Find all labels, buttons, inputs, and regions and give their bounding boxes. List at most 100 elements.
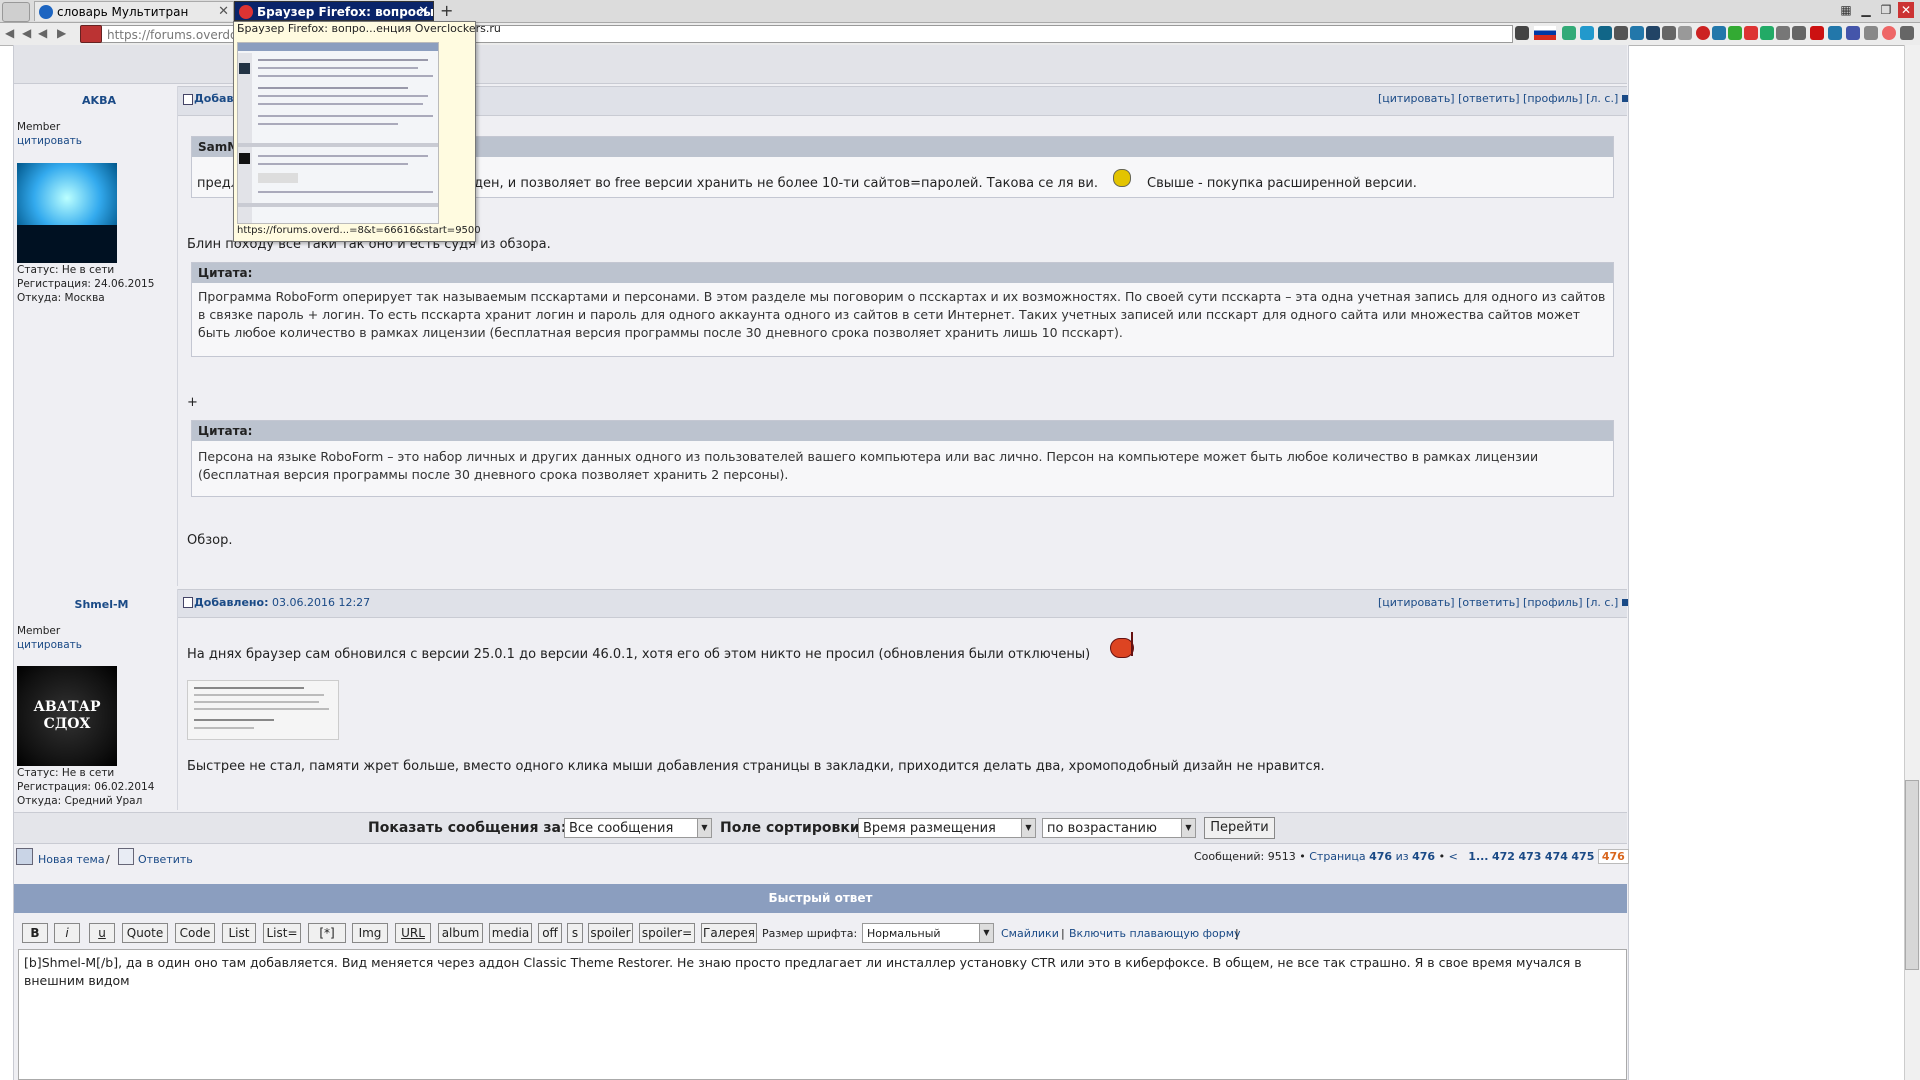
author-quote-link[interactable]: цитировать xyxy=(17,135,82,147)
author-location: Откуда: Средний Урал xyxy=(17,795,143,807)
spoiler-titled-button[interactable]: spoiler= xyxy=(639,923,695,943)
back-arrow-icon[interactable]: ◀ xyxy=(38,26,47,40)
reply-action-link[interactable]: [ответить] xyxy=(1458,596,1519,609)
show-messages-select[interactable]: Все сообщения ▼ xyxy=(564,818,712,838)
reply-textarea[interactable]: [b]Shmel-M[/b], да в один оно там добавл… xyxy=(18,949,1627,1080)
addon-icon[interactable] xyxy=(1712,26,1726,40)
quote-action-link[interactable]: [цитировать] xyxy=(1378,596,1455,609)
firefox-menu-button[interactable] xyxy=(2,2,30,22)
spoiler-button[interactable]: spoiler xyxy=(588,923,633,943)
underline-button[interactable]: u xyxy=(89,923,115,943)
list-ordered-button[interactable]: List= xyxy=(263,923,301,943)
float-form-link[interactable]: Включить плавающую форму xyxy=(1069,927,1241,940)
addon-icon[interactable] xyxy=(1630,26,1644,40)
forward-icon[interactable]: ◀ xyxy=(22,26,31,40)
url-button[interactable]: URL xyxy=(395,923,431,943)
author-quote-link[interactable]: цитировать xyxy=(17,639,82,651)
addon-icon[interactable] xyxy=(1864,26,1878,40)
restore-icon[interactable]: ❐ xyxy=(1878,2,1894,18)
album-button[interactable]: album xyxy=(438,923,483,943)
author-registration: Регистрация: 24.06.2015 xyxy=(17,278,155,290)
tab-multitran[interactable]: словарь Мультитран ✕ xyxy=(34,1,234,21)
chevron-down-icon: ▼ xyxy=(1181,819,1195,837)
profile-action-link[interactable]: [профиль] xyxy=(1523,596,1583,609)
russian-flag-icon[interactable] xyxy=(1534,26,1556,40)
close-window-icon[interactable]: ✕ xyxy=(1898,2,1914,18)
close-tab-icon[interactable]: ✕ xyxy=(418,2,429,20)
avatar: АВАТАР СДОХ xyxy=(17,666,117,766)
addon-icon[interactable] xyxy=(1760,26,1774,40)
pm-icon xyxy=(1621,95,1628,102)
quote-action-link[interactable]: [цитировать] xyxy=(1378,92,1455,105)
media-button[interactable]: media xyxy=(489,923,532,943)
review-link[interactable]: Обзор. xyxy=(187,533,233,548)
mail-icon[interactable] xyxy=(1744,26,1758,40)
new-tab-button[interactable]: + xyxy=(440,1,453,21)
menu-icon[interactable] xyxy=(1900,26,1914,40)
addon-icon[interactable] xyxy=(1776,26,1790,40)
page-link[interactable]: 472 xyxy=(1492,850,1515,863)
code-button[interactable]: Code xyxy=(175,923,215,943)
firefox-icon[interactable] xyxy=(1882,26,1896,40)
screenshot-thumbnail[interactable] xyxy=(187,680,339,740)
author-rank: Member xyxy=(17,625,61,637)
new-topic-link[interactable]: Новая тема xyxy=(38,853,105,866)
prev-page-link[interactable]: < xyxy=(1449,850,1458,863)
page-link[interactable]: 474 xyxy=(1545,850,1568,863)
addon-icon[interactable] xyxy=(1828,26,1842,40)
pm-action-link[interactable]: [л. с.] xyxy=(1586,596,1618,609)
minimize-icon[interactable]: ▁ xyxy=(1858,2,1874,18)
gallery-button[interactable]: Галерея xyxy=(701,923,757,943)
reply-icon[interactable] xyxy=(118,848,134,865)
addon-icon[interactable] xyxy=(1562,26,1576,40)
addon-icon[interactable] xyxy=(1846,26,1860,40)
security-warning-icon[interactable] xyxy=(80,25,102,43)
new-topic-icon[interactable] xyxy=(16,848,33,865)
post-actions: [цитировать] [ответить] [профиль] [л. с.… xyxy=(1378,92,1628,105)
go-button[interactable]: Перейти xyxy=(1204,817,1275,839)
chevron-down-icon: ▼ xyxy=(697,819,711,837)
select-value: Нормальный xyxy=(867,927,941,940)
sort-order-select[interactable]: по возрастанию ▼ xyxy=(1042,818,1196,838)
image-button[interactable]: Img xyxy=(352,923,388,943)
smilies-link[interactable]: Смайлики xyxy=(1001,927,1059,940)
offtopic-button[interactable]: off xyxy=(538,923,562,943)
addon-icon[interactable] xyxy=(1662,26,1676,40)
profile-action-link[interactable]: [профиль] xyxy=(1523,92,1583,105)
page-link[interactable]: 473 xyxy=(1518,850,1541,863)
post-author-name[interactable]: AKBA xyxy=(14,94,184,107)
addon-icon[interactable] xyxy=(1728,26,1742,40)
author-status: Статус: Не в сети xyxy=(17,767,115,779)
save-icon[interactable] xyxy=(1646,26,1660,40)
reply-action-link[interactable]: [ответить] xyxy=(1458,92,1519,105)
close-tab-icon[interactable]: ✕ xyxy=(218,2,229,21)
addon-icon[interactable] xyxy=(1580,26,1594,40)
page-link[interactable]: 475 xyxy=(1571,850,1594,863)
addon-icon[interactable] xyxy=(1678,26,1692,40)
forward-arrow-icon[interactable]: ▶ xyxy=(57,26,66,40)
post-date: 03.06.2016 12:27 xyxy=(272,596,371,609)
strike-button[interactable]: s xyxy=(567,923,583,943)
post-author-name[interactable]: Shmel-M xyxy=(14,598,189,611)
italic-button[interactable]: i xyxy=(54,923,80,943)
tab-list-icon[interactable]: ▦ xyxy=(1838,2,1854,18)
scrollbar-thumb[interactable] xyxy=(1905,780,1919,970)
list-item-button[interactable]: [*] xyxy=(308,923,346,943)
download-icon[interactable] xyxy=(1515,26,1529,40)
sort-field-select[interactable]: Время размещения ▼ xyxy=(858,818,1036,838)
font-size-select[interactable]: Нормальный ▼ xyxy=(862,923,994,943)
addon-icon[interactable] xyxy=(1792,26,1806,40)
page-link[interactable]: 1 xyxy=(1468,850,1476,863)
back-icon[interactable]: ◀ xyxy=(5,26,14,40)
tab-preview-tooltip: Браузер Firefox: вопро...енция Overclock… xyxy=(233,21,501,242)
list-button[interactable]: List xyxy=(222,923,256,943)
tab-firefox-forum[interactable]: Браузер Firefox: вопросы... ✕ xyxy=(234,1,434,21)
addon-icon[interactable] xyxy=(1614,26,1628,40)
addon-icon[interactable] xyxy=(1598,26,1612,40)
addon-icon[interactable] xyxy=(1810,26,1824,40)
reply-link[interactable]: Ответить xyxy=(138,853,193,866)
bold-button[interactable]: B xyxy=(22,923,48,943)
quote-button[interactable]: Quote xyxy=(122,923,168,943)
adblock-icon[interactable] xyxy=(1696,26,1710,40)
pm-action-link[interactable]: [л. с.] xyxy=(1586,92,1618,105)
